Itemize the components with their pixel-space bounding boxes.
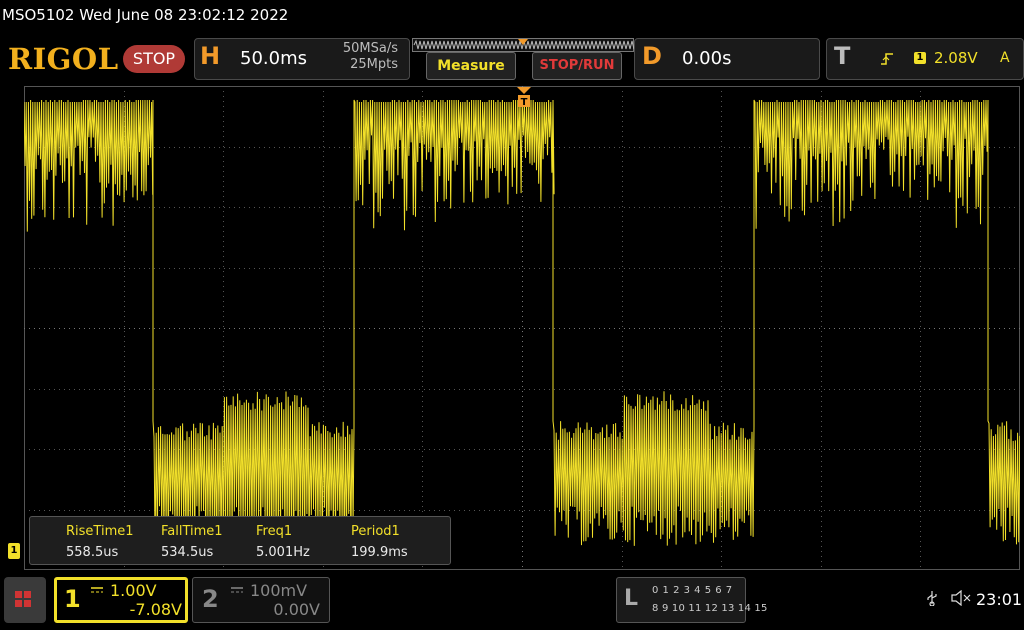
logic-channels-row2: 8 9 10 11 12 13 14 15 <box>652 603 768 614</box>
trigger-mode: A <box>1000 50 1010 66</box>
svg-text:T: T <box>521 97 528 108</box>
usb-icon[interactable] <box>926 590 938 610</box>
timebase-value: 50.0ms <box>240 48 307 69</box>
system-clock: 23:01 <box>976 590 1023 609</box>
trigger-source-badge: 1 <box>914 52 926 64</box>
channel1-offset-marker[interactable]: 1 <box>8 543 20 559</box>
channel2-offset: 0.00V <box>273 600 320 619</box>
trigger-position-marker: T <box>517 87 531 108</box>
run-state-button[interactable]: STOP <box>123 45 185 73</box>
speaker-muted-icon[interactable] <box>950 589 972 610</box>
logic-channels-row1: 0 1 2 3 4 5 6 7 <box>652 585 733 596</box>
brand-logo: RIGOL <box>8 42 119 76</box>
measure-header: Freq1 <box>256 524 293 539</box>
measure-button[interactable]: Measure <box>426 52 516 80</box>
measure-value: 534.5us <box>161 545 214 560</box>
channel2-scale: 100mV <box>250 581 308 600</box>
waveform-display[interactable] <box>24 86 1020 570</box>
main-menu-button[interactable] <box>4 577 46 623</box>
channel1-number: 1 <box>64 585 81 613</box>
sample-rate: 50MSa/s <box>342 41 398 56</box>
stop-run-button[interactable]: STOP/RUN <box>532 52 622 80</box>
measure-header: FallTime1 <box>161 524 223 539</box>
logic-label: L <box>624 586 639 611</box>
measure-header: Period1 <box>351 524 400 539</box>
channel1-offset: -7.08V <box>129 600 182 619</box>
delay-value: 0.00s <box>682 48 732 69</box>
horizontal-label: H <box>200 42 221 70</box>
trigger-label: T <box>834 42 851 70</box>
memory-depth: 25Mpts <box>350 57 398 72</box>
dc-coupling-icon <box>91 587 103 593</box>
measurement-panel: RiseTime1 FallTime1 Freq1 Period1 558.5u… <box>29 516 451 565</box>
measure-header: RiseTime1 <box>66 524 134 539</box>
measure-value: 199.9ms <box>351 545 408 560</box>
model-datetime: MSO5102 Wed June 08 23:02:12 2022 <box>2 6 289 24</box>
channel2-number: 2 <box>202 585 219 613</box>
measure-value: 5.001Hz <box>256 545 310 560</box>
memory-overview-strip <box>412 38 634 52</box>
delay-label: D <box>642 42 662 70</box>
rising-edge-icon <box>880 52 894 70</box>
measure-value: 558.5us <box>66 545 119 560</box>
trigger-level: 2.08V <box>934 49 978 67</box>
channel1-scale: 1.00V <box>110 581 157 600</box>
dc-coupling-icon <box>231 587 243 593</box>
